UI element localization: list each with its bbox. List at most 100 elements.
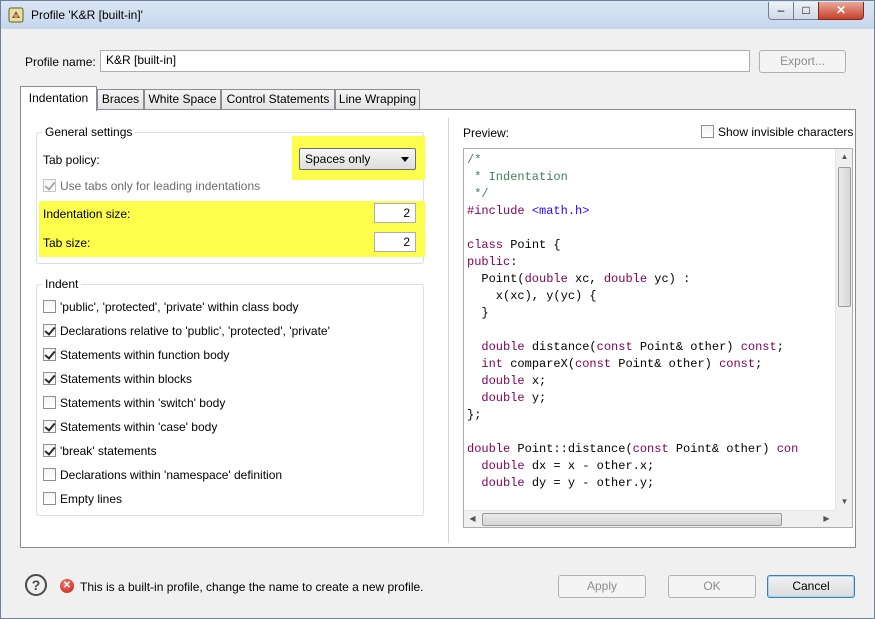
error-icon: ✕ <box>60 579 74 593</box>
vertical-scroll-thumb[interactable] <box>838 167 851 307</box>
code-token: ; <box>776 340 784 354</box>
code-token: double <box>467 442 511 456</box>
indent-option-checkbox[interactable] <box>43 492 56 505</box>
minimize-button[interactable]: – <box>768 2 794 20</box>
indent-option-checkbox[interactable] <box>43 396 56 409</box>
maximize-button[interactable]: □ <box>793 2 819 20</box>
code-token: x; <box>524 374 547 388</box>
tab-white-space[interactable]: White Space <box>144 89 221 110</box>
code-token: const <box>740 340 777 354</box>
indent-option-checkbox[interactable] <box>43 420 56 433</box>
dialog-body: Profile name: K&R [built-in] Export... I… <box>8 29 868 613</box>
code-line: } <box>467 305 835 322</box>
code-token: const <box>596 340 633 354</box>
indent-option-checkbox[interactable] <box>43 348 56 361</box>
indent-option-checkbox[interactable] <box>43 300 56 313</box>
indentation-size-input[interactable]: 2 <box>374 203 416 223</box>
panel-divider <box>448 118 449 543</box>
code-token: Point { <box>503 238 561 252</box>
indent-group-title: Indent <box>42 277 82 291</box>
code-token: double <box>481 476 525 490</box>
code-token: x(xc), y(yc) { <box>467 289 597 303</box>
code-token: double <box>603 272 648 286</box>
code-token: double <box>481 340 525 354</box>
preview-label: Preview: <box>463 126 510 140</box>
indent-option-checkbox[interactable] <box>43 372 56 385</box>
code-token: Point( <box>467 272 525 286</box>
tab-policy-label: Tab policy: <box>43 153 100 167</box>
code-token: const <box>575 357 612 371</box>
tab-policy-select[interactable]: Spaces only <box>299 148 416 170</box>
code-token: Point& other) <box>611 357 720 371</box>
code-line: x(xc), y(yc) { <box>467 288 835 305</box>
code-line: double dx = x - other.x; <box>467 458 835 475</box>
code-token: }; <box>467 408 482 422</box>
tab-line-wrapping[interactable]: Line Wrapping <box>335 89 420 110</box>
profile-dialog: Profile 'K&R [built-in]' – □ ✕ Profile n… <box>0 0 875 619</box>
tab-braces[interactable]: Braces <box>97 89 144 110</box>
horizontal-scroll-thumb[interactable] <box>482 513 782 526</box>
minimize-icon: – <box>777 3 785 17</box>
leading-tabs-checkbox[interactable] <box>43 179 56 192</box>
scroll-up-icon[interactable]: ▲ <box>837 152 852 161</box>
scroll-right-icon[interactable]: ▶ <box>819 514 834 523</box>
close-button[interactable]: ✕ <box>818 2 864 20</box>
tab-control-statements[interactable]: Control Statements <box>221 89 335 110</box>
code-token: double <box>481 391 525 405</box>
scroll-down-icon[interactable]: ▼ <box>837 497 852 506</box>
code-token: */ <box>467 187 489 201</box>
show-invisible-checkbox[interactable] <box>701 125 714 138</box>
code-line: }; <box>467 407 835 424</box>
code-line: * Indentation <box>467 169 835 186</box>
indent-option-label: 'break' statements <box>60 444 157 458</box>
code-token: dy = y - other.y; <box>524 476 655 490</box>
chevron-down-icon <box>401 157 409 162</box>
profile-name-input[interactable]: K&R [built-in] <box>100 50 750 72</box>
scroll-left-icon[interactable]: ◀ <box>465 514 480 523</box>
indent-option-label: Statements within 'case' body <box>60 420 218 434</box>
indent-option-checkbox[interactable] <box>43 444 56 457</box>
code-token: compareX( <box>503 357 576 371</box>
code-line: */ <box>467 186 835 203</box>
tab-policy-value: Spaces only <box>305 152 371 166</box>
code-line: int compareX(const Point& other) const; <box>467 356 835 373</box>
code-token: const <box>719 357 756 371</box>
apply-button[interactable]: Apply <box>558 575 646 598</box>
code-line: double distance(const Point& other) cons… <box>467 339 835 356</box>
horizontal-scrollbar[interactable]: ◀ ▶ <box>464 510 835 527</box>
vertical-scrollbar[interactable]: ▲ ▼ <box>835 149 852 511</box>
indent-option-checkbox[interactable] <box>43 468 56 481</box>
code-token: double <box>524 272 568 286</box>
code-token: #include <box>467 204 532 218</box>
code-token: class <box>467 238 504 252</box>
cancel-button[interactable]: Cancel <box>767 575 855 598</box>
indent-option-checkbox[interactable] <box>43 324 56 337</box>
indent-option-label: 'public', 'protected', 'private' within … <box>60 300 299 314</box>
window-title: Profile 'K&R [built-in]' <box>31 8 143 22</box>
code-token: distance( <box>524 340 597 354</box>
ok-button[interactable]: OK <box>668 575 756 598</box>
tab-indentation[interactable]: Indentation <box>20 86 97 111</box>
code-line: class Point { <box>467 237 835 254</box>
export-button[interactable]: Export... <box>759 50 846 73</box>
status-message: This is a built-in profile, change the n… <box>80 580 424 594</box>
code-token: Point::distance( <box>510 442 633 456</box>
general-settings-title: General settings <box>42 125 136 139</box>
code-token: int <box>481 357 504 371</box>
help-icon[interactable]: ? <box>25 574 47 596</box>
indent-option-label: Declarations within 'namespace' definiti… <box>60 468 283 482</box>
title-bar[interactable]: Profile 'K&R [built-in]' – □ ✕ <box>1 1 874 29</box>
indent-option-label: Statements within blocks <box>60 372 193 386</box>
code-preview: /* * Indentation */ #include <math.h> cla… <box>467 152 835 510</box>
code-token: } <box>467 306 489 320</box>
code-token: yc) : <box>647 272 691 286</box>
preview-editor[interactable]: /* * Indentation */ #include <math.h> cla… <box>463 148 853 528</box>
tab-size-input[interactable]: 2 <box>374 232 416 252</box>
